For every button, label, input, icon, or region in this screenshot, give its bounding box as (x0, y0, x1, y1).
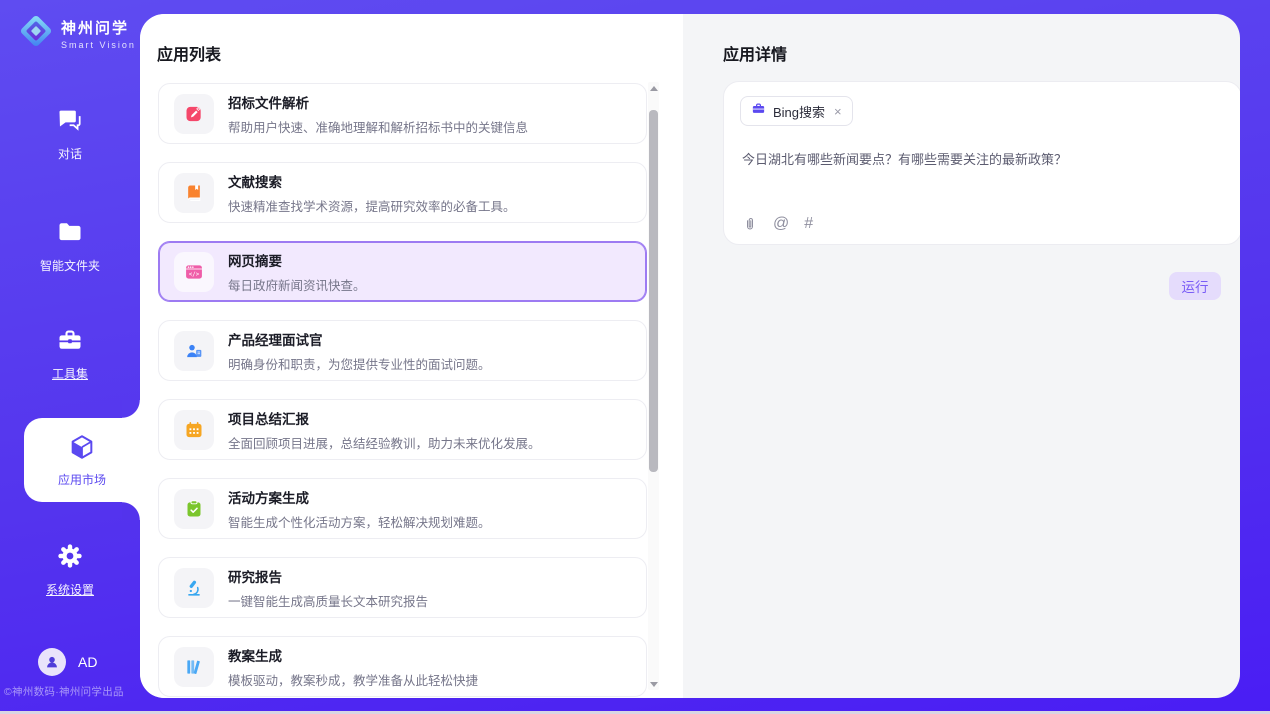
app-card-research-report[interactable]: 研究报告 一键智能生成高质量长文本研究报告 (158, 557, 647, 618)
app-description: 快速精准查找学术资源，提高研究效率的必备工具。 (228, 196, 516, 215)
toolbox-icon (56, 341, 84, 358)
sidebar-item-label: 对话 (0, 145, 140, 162)
webpage-icon: </> (174, 252, 214, 292)
app-description: 一键智能生成高质量长文本研究报告 (228, 591, 428, 610)
hash-icon[interactable]: # (804, 215, 813, 233)
app-description: 全面回顾项目进展，总结经验教训，助力未来优化发展。 (228, 433, 541, 452)
scroll-down-arrow-icon[interactable] (648, 678, 659, 690)
app-title: 产品经理面试官 (228, 329, 491, 349)
app-card-lesson-plan[interactable]: 教案生成 模板驱动，教案秒成，教学准备从此轻松快捷 (158, 636, 647, 697)
app-list-title: 应用列表 (157, 41, 221, 65)
bid-edit-icon (174, 94, 214, 134)
user-profile[interactable]: AD (38, 648, 97, 676)
app-title: 研究报告 (228, 566, 428, 586)
query-input-card[interactable]: Bing搜索 × 今日湖北有哪些新闻要点？有哪些需要关注的最新政策？ @ # (723, 81, 1240, 245)
app-description: 智能生成个性化活动方案，轻松解决规划难题。 (228, 512, 491, 531)
brand-name: 神州问学 (61, 17, 136, 38)
sidebar-item-label: 系统设置 (0, 581, 140, 598)
chat-icon (56, 121, 84, 138)
app-card-list: 招标文件解析 帮助用户快速、准确地理解和解析招标书中的关键信息 文献搜索 (158, 83, 647, 698)
query-text-input[interactable]: 今日湖北有哪些新闻要点？有哪些需要关注的最新政策？ (742, 150, 1225, 170)
sidebar-item-smart-folder[interactable]: 智能文件夹 (0, 218, 140, 274)
run-button[interactable]: 运行 (1169, 272, 1221, 300)
app-title: 招标文件解析 (228, 92, 528, 112)
sidebar-item-label: 工具集 (0, 365, 140, 382)
gear-icon (56, 557, 84, 574)
app-title: 教案生成 (228, 645, 478, 665)
sidebar-item-chat[interactable]: 对话 (0, 106, 140, 162)
app-card-web-summary[interactable]: </> 网页摘要 每日政府新闻资讯快查。 (158, 241, 647, 302)
app-description: 帮助用户快速、准确地理解和解析招标书中的关键信息 (228, 117, 528, 136)
sidebar-item-app-market[interactable]: 应用市场 (24, 418, 140, 502)
sidebar-item-label: 应用市场 (58, 471, 106, 488)
app-card-pm-interviewer[interactable]: 产品经理面试官 明确身份和职责，为您提供专业性的面试问题。 (158, 320, 647, 381)
brand-subtitle: Smart Vision (61, 40, 136, 50)
svg-text:</>: </> (189, 272, 200, 278)
sidebar-item-label: 智能文件夹 (0, 257, 140, 274)
scroll-up-arrow-icon[interactable] (648, 82, 659, 94)
input-toolbar: @ # (742, 215, 813, 233)
close-icon[interactable]: × (834, 104, 842, 119)
app-title: 活动方案生成 (228, 487, 491, 507)
app-description: 明确身份和职责，为您提供专业性的面试问题。 (228, 354, 491, 373)
app-title: 文献搜索 (228, 171, 516, 191)
folder-icon (56, 233, 84, 250)
bulge-curve-top (122, 400, 140, 418)
microscope-icon (174, 568, 214, 608)
book-icon (174, 173, 214, 213)
app-card-activity-plan[interactable]: 活动方案生成 智能生成个性化活动方案，轻松解决规划难题。 (158, 478, 647, 539)
app-card-project-summary[interactable]: 项目总结汇报 全面回顾项目进展，总结经验教训，助力未来优化发展。 (158, 399, 647, 460)
brand-diamond-icon (18, 13, 54, 54)
content-area: 应用列表 招标文件解析 帮助用户快速、准确地理解和解析招标书中的关键信息 (140, 14, 1240, 698)
sidebar-item-settings[interactable]: 系统设置 (0, 542, 140, 598)
calendar-icon (174, 410, 214, 450)
app-detail-panel: 应用详情 Bing搜索 × 今日湖北有哪些新闻要点？有哪些需要关注的最新政策？ (703, 14, 1240, 698)
bulge-curve-bottom (122, 502, 140, 520)
app-title: 项目总结汇报 (228, 408, 541, 428)
app-list-scrollbar[interactable] (648, 82, 659, 690)
app-description: 模板驱动，教案秒成，教学准备从此轻松快捷 (228, 670, 478, 689)
tool-tag-bing-search[interactable]: Bing搜索 × (740, 96, 853, 126)
tool-tag-label: Bing搜索 (773, 102, 825, 121)
brand-logo: 神州问学 Smart Vision (18, 13, 136, 54)
app-card-literature-search[interactable]: 文献搜索 快速精准查找学术资源，提高研究效率的必备工具。 (158, 162, 647, 223)
app-list-panel: 应用列表 招标文件解析 帮助用户快速、准确地理解和解析招标书中的关键信息 (140, 14, 683, 698)
clipboard-check-icon (174, 489, 214, 529)
app-description: 每日政府新闻资讯快查。 (228, 275, 366, 294)
app-title: 网页摘要 (228, 250, 366, 270)
sidebar: 神州问学 Smart Vision 对话 智能文件夹 (0, 0, 140, 711)
attachment-icon[interactable] (742, 215, 758, 233)
interviewer-icon (174, 331, 214, 371)
mention-icon[interactable]: @ (773, 215, 789, 233)
user-name: AD (78, 654, 97, 670)
briefcase-icon (751, 101, 766, 121)
scrollbar-thumb[interactable] (649, 110, 658, 472)
books-icon (174, 647, 214, 687)
app-detail-title: 应用详情 (723, 41, 787, 65)
avatar (38, 648, 66, 676)
cube-icon (68, 433, 96, 466)
copyright-text: ©神州数码·神州问学出品 (4, 684, 140, 699)
app-card-bid-analysis[interactable]: 招标文件解析 帮助用户快速、准确地理解和解析招标书中的关键信息 (158, 83, 647, 144)
sidebar-item-toolset[interactable]: 工具集 (0, 326, 140, 382)
